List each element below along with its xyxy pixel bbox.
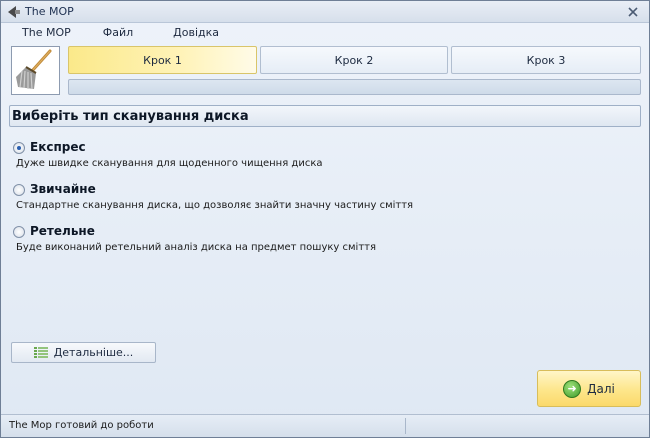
step-2-tab[interactable]: Крок 2 [260, 46, 448, 74]
details-button[interactable]: Детальніше... [11, 342, 156, 363]
app-icon [5, 4, 21, 20]
step-3-tab[interactable]: Крок 3 [451, 46, 641, 74]
radio-express[interactable] [13, 142, 25, 154]
next-label: Далі [587, 381, 615, 396]
option-label[interactable]: Ретельне [30, 224, 95, 238]
section-title: Виберіть тип сканування диска [12, 108, 249, 124]
menu-item-help[interactable]: Довідка [167, 26, 225, 39]
option-description: Буде виконаний ретельний аналіз диска на… [16, 242, 376, 253]
mop-logo [11, 46, 60, 95]
radio-thorough[interactable] [13, 226, 25, 238]
window-title: The MOP [25, 5, 74, 18]
option-description: Стандартне сканування диска, що дозволяє… [16, 200, 414, 211]
status-text: The Mop готовий до роботи [9, 420, 154, 431]
close-icon[interactable] [625, 4, 641, 20]
menu-bar: The MOP Файл Довідка [1, 23, 649, 41]
status-bar: The Mop готовий до роботи [1, 414, 649, 437]
list-icon [33, 346, 48, 358]
step-1-tab[interactable]: Крок 1 [68, 46, 257, 74]
status-divider [405, 418, 406, 434]
mop-icon [16, 49, 52, 90]
menu-item-file[interactable]: Файл [97, 26, 139, 39]
option-description: Дуже швидке сканування для щоденного чищ… [16, 158, 323, 169]
details-label: Детальніше... [53, 346, 134, 359]
arrow-right-icon: ➜ [563, 379, 582, 398]
section-header: Виберіть тип сканування диска [9, 105, 641, 127]
title-bar[interactable]: The MOP [1, 1, 649, 23]
progress-bar [68, 79, 641, 95]
main-window: The MOP The MOP Файл Довідка Крок 1 Крок… [0, 0, 650, 438]
option-label[interactable]: Експрес [30, 140, 86, 154]
menu-item-the-mop[interactable]: The MOP [16, 26, 77, 39]
next-button[interactable]: ➜ Далі [537, 370, 641, 407]
radio-normal[interactable] [13, 184, 25, 196]
option-label[interactable]: Звичайне [30, 182, 96, 196]
